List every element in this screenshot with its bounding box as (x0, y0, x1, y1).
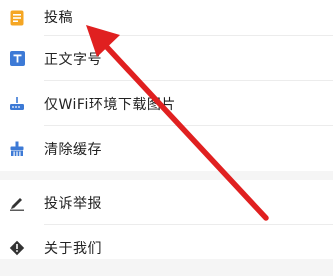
menu-item-label: 投诉举报 (44, 195, 102, 212)
menu-item-label: 投稿 (44, 10, 73, 26)
menu-item-submit[interactable]: 投稿 (0, 0, 333, 36)
menu-item-wifi-only-images[interactable]: 仅WiFi环境下载图片 (0, 81, 333, 126)
document-icon (9, 10, 25, 26)
menu-item-font-size[interactable]: 正文字号 (0, 36, 333, 81)
menu-item-report[interactable]: 投诉举报 (0, 180, 333, 225)
settings-menu: 投稿 正文字号 仅WiFi环境下载图片 清除缓存 投诉举报 关于我们 (0, 0, 333, 270)
warning-icon (9, 240, 25, 256)
menu-item-clear-cache[interactable]: 清除缓存 (0, 126, 333, 171)
menu-item-label: 关于我们 (44, 240, 102, 257)
section-gap (0, 171, 333, 180)
page-background (0, 259, 333, 276)
menu-item-label: 正文字号 (44, 51, 102, 68)
wifi-router-icon (9, 96, 25, 112)
settings-screen: 投稿 正文字号 仅WiFi环境下载图片 清除缓存 投诉举报 关于我们 (0, 0, 333, 276)
broom-icon (9, 141, 25, 157)
menu-item-label: 仅WiFi环境下载图片 (44, 96, 176, 113)
text-size-icon (9, 51, 25, 67)
menu-item-label: 清除缓存 (44, 141, 102, 158)
pen-icon (9, 195, 25, 211)
